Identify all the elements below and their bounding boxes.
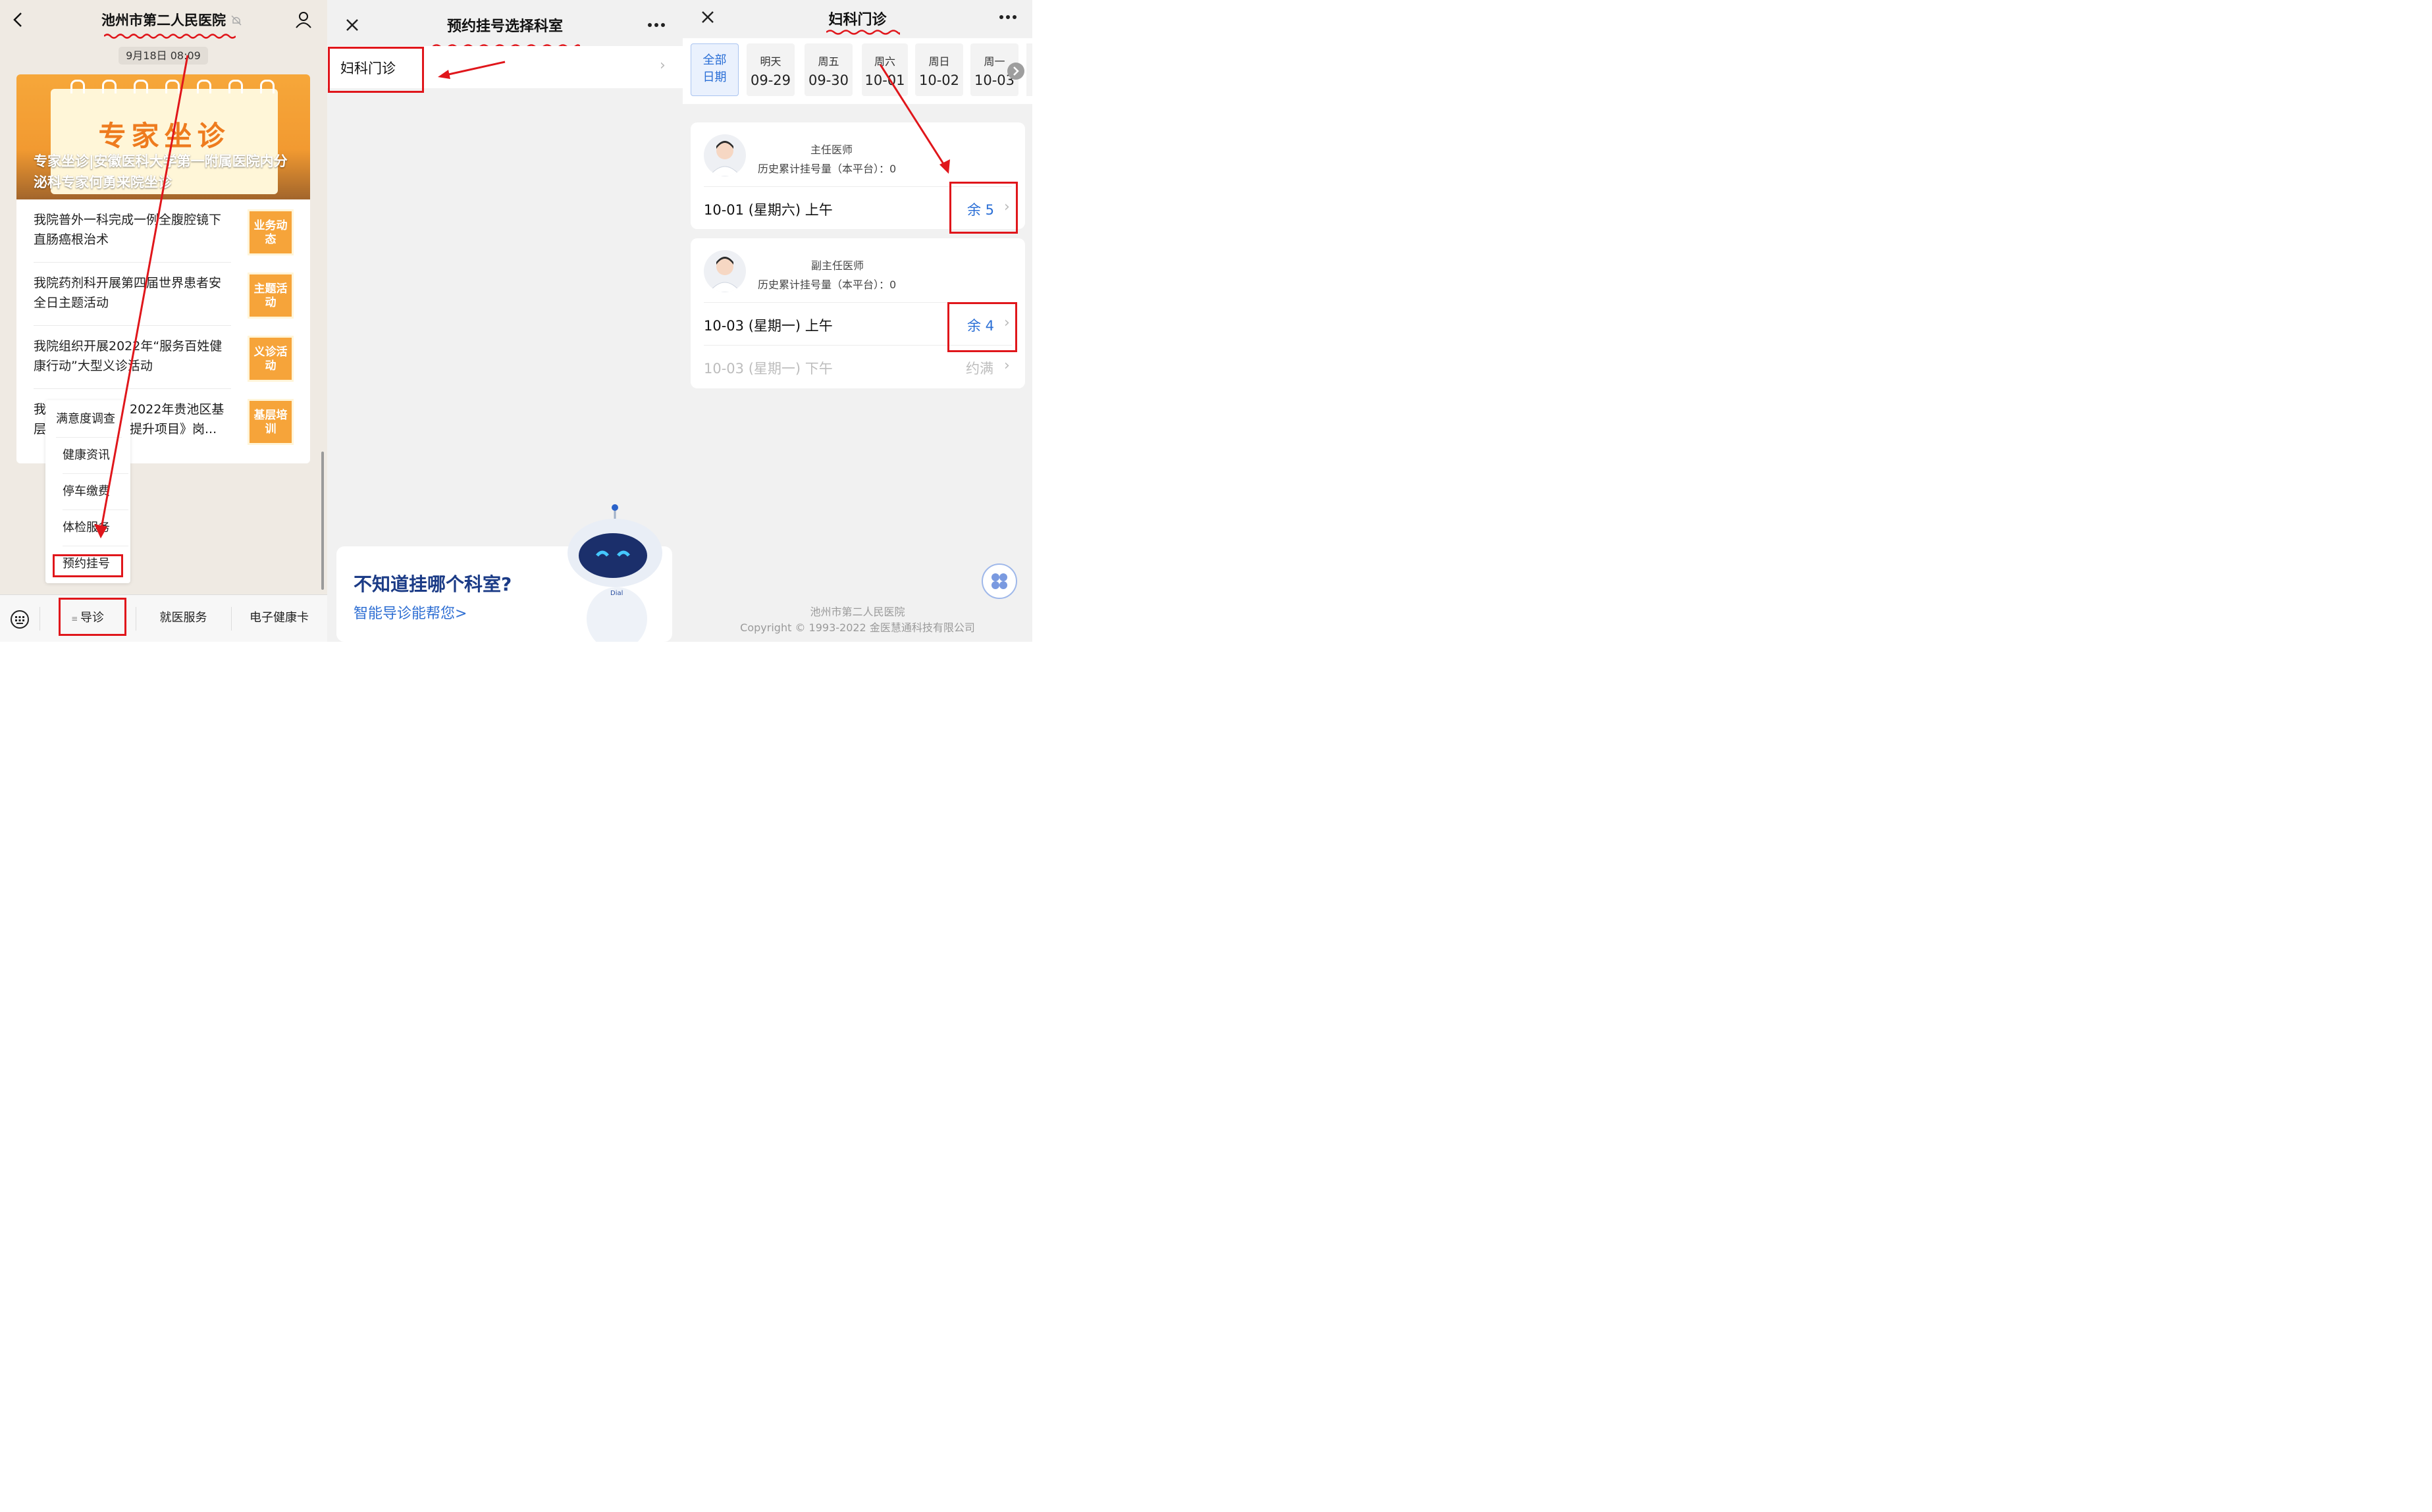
more-icon[interactable]	[647, 22, 666, 28]
page-title: 预约挂号选择科室	[446, 18, 563, 35]
robot-mascot-icon: Dial	[568, 504, 662, 642]
footer-copyright: Copyright © 1993-2022 金医慧通科技有限公司	[740, 621, 975, 634]
footer-org: 池州市第二人民医院	[810, 606, 905, 618]
annotation-arrow	[438, 61, 506, 79]
wechat-chat-panel: 池州市第二人民医院 9月18日 08:09 专家坐诊 专家坐诊|安徽医科大学第一…	[0, 0, 327, 642]
clover-fab-icon	[991, 573, 1007, 589]
annotation-arrow	[94, 55, 189, 538]
gynecology-schedule-panel: 妇科门诊 全部 日期 明天 09-29 周五 09-30 周六 10-01 周日…	[683, 0, 1032, 642]
annotation-arrow	[879, 64, 950, 174]
floating-action-button[interactable]	[982, 563, 1017, 599]
chevron-right-icon: ›	[660, 57, 666, 74]
ai-guide-link[interactable]: 智能导诊能帮您>	[354, 602, 467, 623]
svg-text:Dial: Dial	[610, 590, 623, 597]
department-select-panel: 预约挂号选择科室 妇科门诊 › 不知道挂哪个科室? 智能导诊能帮您> Dial	[327, 0, 683, 642]
ai-guide-question: 不知道挂哪个科室?	[354, 573, 512, 595]
department-highlight-box	[328, 47, 424, 93]
